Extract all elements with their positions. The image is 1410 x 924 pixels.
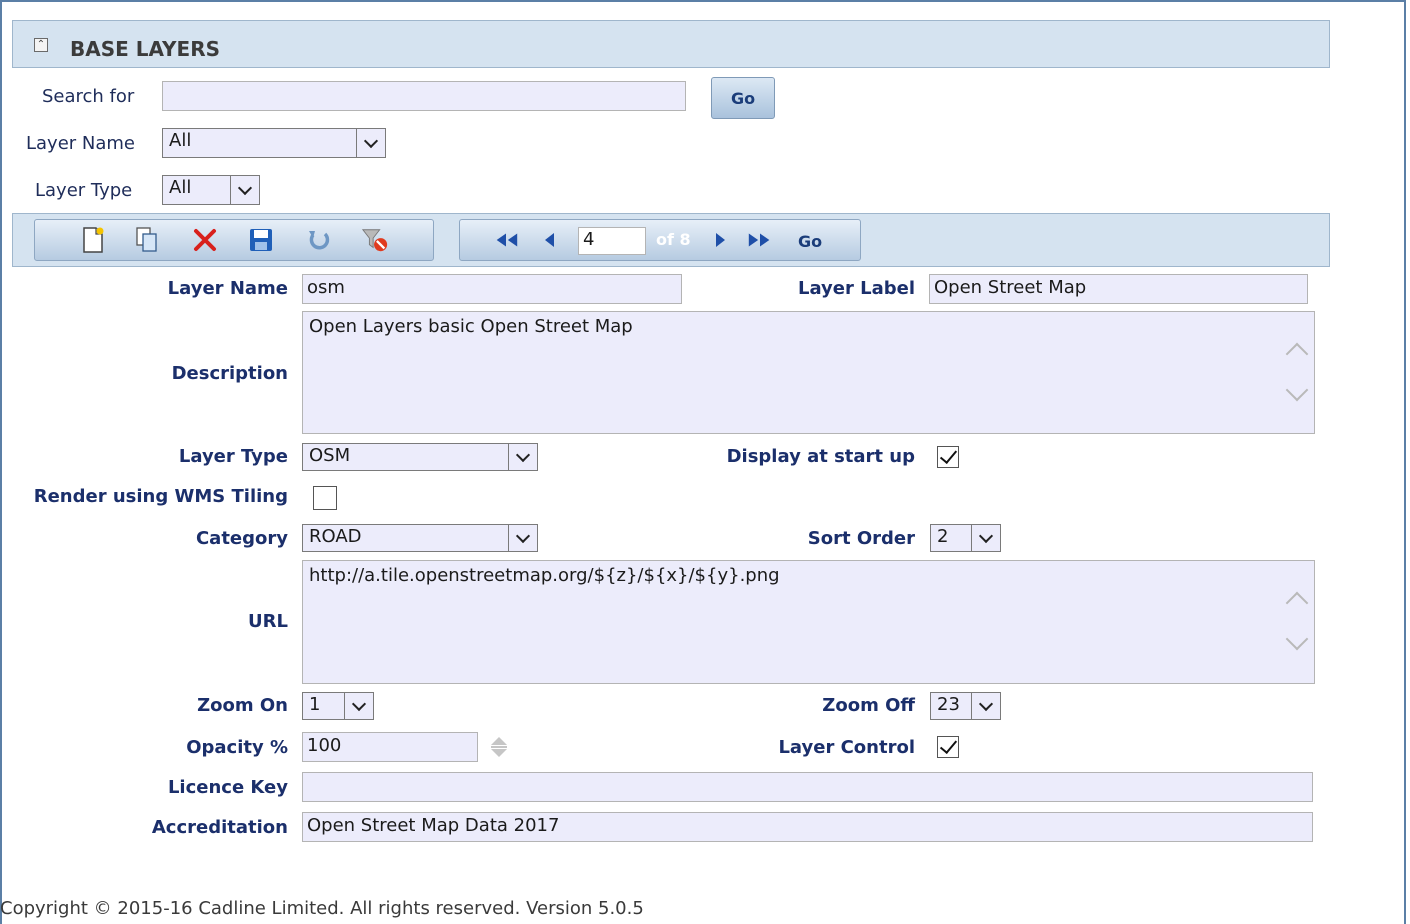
chevron-down-icon	[230, 176, 259, 204]
delete-record-icon[interactable]	[191, 226, 219, 254]
record-actions-group	[34, 219, 434, 261]
search-go-button[interactable]: Go	[711, 77, 775, 119]
wms-tiling-checkbox[interactable]	[313, 486, 337, 510]
undo-icon[interactable]	[305, 226, 333, 254]
chevron-down-icon	[508, 525, 537, 551]
chevron-down-icon	[971, 525, 1000, 551]
url-label: URL	[248, 611, 288, 632]
search-label: Search for	[42, 86, 135, 107]
display-startup-label: Display at start up	[726, 446, 915, 467]
opacity-label: Opacity %	[186, 737, 288, 758]
filter-layer-type-label: Layer Type	[35, 180, 133, 201]
layer-name-input[interactable]: osm	[302, 274, 682, 304]
category-value: ROAD	[309, 526, 362, 547]
licence-key-label: Licence Key	[167, 777, 288, 798]
filter-layer-name-select[interactable]: All	[162, 128, 386, 158]
chevron-down-icon	[971, 693, 1000, 719]
first-page-icon[interactable]	[492, 226, 520, 254]
opacity-input[interactable]: 100	[302, 732, 478, 762]
layer-type-label: Layer Type	[178, 446, 288, 467]
filter-layer-name-label: Layer Name	[26, 133, 136, 154]
url-text: http://a.tile.openstreetmap.org/${z}/${x…	[309, 565, 780, 586]
section-title: BASE LAYERS	[70, 37, 221, 61]
zoom-on-label: Zoom On	[197, 695, 288, 716]
layer-control-label: Layer Control	[778, 737, 915, 758]
zoom-off-label: Zoom Off	[822, 695, 915, 716]
sort-order-value: 2	[937, 526, 949, 547]
accreditation-input[interactable]: Open Street Map Data 2017	[302, 812, 1313, 842]
category-label: Category	[195, 528, 288, 549]
layer-label-input[interactable]: Open Street Map	[929, 274, 1308, 304]
layer-name-label: Layer Name	[167, 278, 288, 299]
pager-go-button[interactable]: Go	[798, 232, 822, 251]
description-text: Open Layers basic Open Street Map	[309, 316, 633, 337]
description-textarea[interactable]: Open Layers basic Open Street Map	[302, 311, 1315, 434]
layer-label-label: Layer Label	[797, 278, 915, 299]
zoom-off-value: 23	[937, 694, 960, 715]
clear-filter-icon[interactable]	[361, 226, 389, 254]
description-label: Description	[171, 363, 288, 384]
chevron-down-icon	[344, 693, 373, 719]
copyright-text: Copyright © 2015-16 Cadline Limited. All…	[0, 898, 644, 919]
sort-order-select[interactable]: 2	[930, 524, 1001, 552]
zoom-on-value: 1	[309, 694, 321, 715]
page-count-text: of 8	[656, 230, 691, 249]
category-select[interactable]: ROAD	[302, 524, 538, 552]
check-icon	[939, 445, 957, 465]
prev-page-icon[interactable]	[536, 226, 564, 254]
display-startup-checkbox[interactable]	[937, 445, 959, 468]
layer-type-value: OSM	[309, 445, 351, 466]
accreditation-label: Accreditation	[151, 817, 288, 838]
next-page-icon[interactable]	[706, 226, 734, 254]
collapse-up-icon[interactable]: ⌃	[34, 38, 48, 52]
copy-record-icon[interactable]	[133, 226, 161, 254]
sort-order-label: Sort Order	[807, 528, 915, 549]
page-number-input[interactable]: 4	[578, 227, 646, 255]
last-page-icon[interactable]	[746, 226, 774, 254]
spinner-icon[interactable]	[487, 735, 511, 764]
url-textarea[interactable]: http://a.tile.openstreetmap.org/${z}/${x…	[302, 560, 1315, 684]
wms-tiling-label: Render using WMS Tiling	[33, 486, 288, 507]
check-icon	[939, 735, 957, 755]
zoom-on-select[interactable]: 1	[302, 692, 374, 720]
search-input[interactable]	[162, 81, 686, 111]
save-record-icon[interactable]	[247, 226, 275, 254]
filter-layer-name-value: All	[169, 130, 192, 151]
layer-type-select[interactable]: OSM	[302, 443, 538, 471]
chevron-down-icon	[508, 444, 537, 470]
layer-control-checkbox[interactable]	[937, 735, 959, 758]
pager-group: 4 of 8 Go	[459, 219, 861, 261]
filter-layer-type-value: All	[169, 177, 192, 198]
new-record-icon[interactable]	[79, 226, 107, 254]
licence-key-input[interactable]	[302, 772, 1313, 802]
zoom-off-select[interactable]: 23	[930, 692, 1001, 720]
chevron-down-icon	[356, 129, 385, 157]
filter-layer-type-select[interactable]: All	[162, 175, 260, 205]
